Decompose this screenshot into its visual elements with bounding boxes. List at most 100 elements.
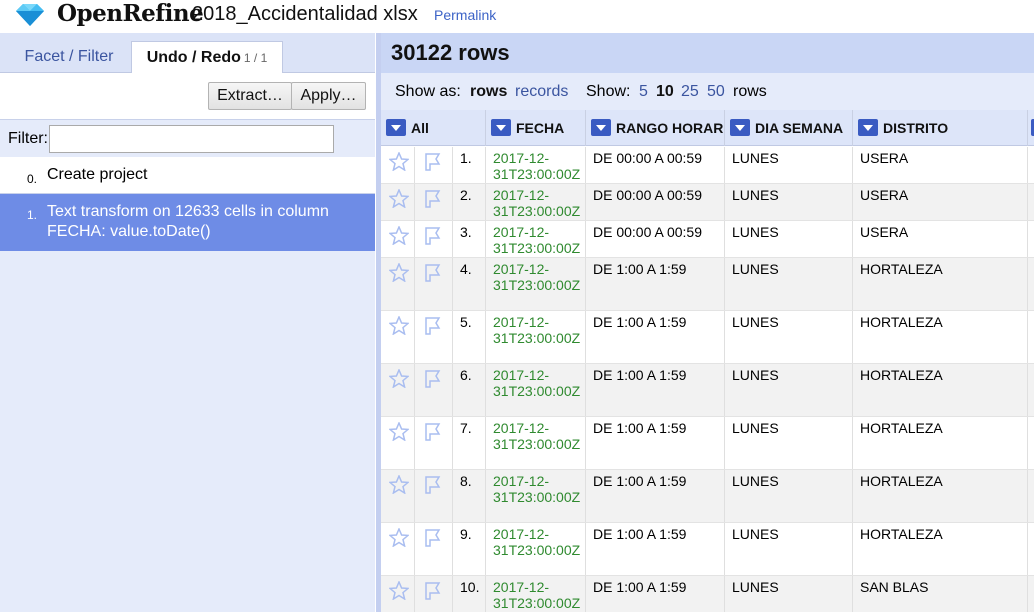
flag-icon[interactable] [423, 316, 443, 338]
fecha-line: 31T23:00:00Z [493, 383, 581, 399]
page-size-10[interactable]: 10 [656, 83, 674, 101]
rango-horario-cell[interactable]: DE 1:00 A 1:59 [586, 576, 725, 612]
fecha-cell[interactable]: 2017-12- 31T23:00:00Z [486, 364, 586, 416]
extract-button[interactable]: Extract… [208, 82, 292, 110]
next-column-cell[interactable]: ANA [1028, 258, 1034, 310]
dia-semana-cell[interactable]: LUNES [725, 221, 853, 257]
next-column-cell[interactable]: ANA [1028, 364, 1034, 416]
chevron-down-icon[interactable] [386, 119, 406, 136]
flag-icon[interactable] [423, 152, 443, 174]
dia-semana-cell[interactable]: LUNES [725, 364, 853, 416]
history-item[interactable]: 0. Create project [0, 157, 375, 194]
fecha-cell[interactable]: 2017-12- 31T23:00:00Z [486, 311, 586, 363]
rango-horario-cell[interactable]: DE 1:00 A 1:59 [586, 364, 725, 416]
star-icon[interactable] [388, 580, 410, 603]
rango-horario-cell[interactable]: DE 1:00 A 1:59 [586, 311, 725, 363]
dia-semana-cell[interactable]: LUNES [725, 523, 853, 575]
chevron-down-icon[interactable] [730, 119, 750, 136]
rango-horario-cell[interactable]: DE 1:00 A 1:59 [586, 417, 725, 469]
column-header-fecha[interactable]: FECHA [486, 110, 586, 146]
fecha-cell[interactable]: 2017-12- 31T23:00:00Z [486, 147, 586, 183]
permalink-link[interactable]: Permalink [434, 7, 496, 23]
project-name[interactable]: 2018_Accidentalidad xlsx [192, 2, 418, 26]
fecha-cell[interactable]: 2017-12- 31T23:00:00Z [486, 576, 586, 612]
distrito-cell[interactable]: HORTALEZA [853, 417, 1028, 469]
dia-semana-cell[interactable]: LUNES [725, 147, 853, 183]
flag-icon[interactable] [423, 581, 443, 603]
distrito-cell[interactable]: USERA [853, 184, 1028, 220]
flag-icon[interactable] [423, 528, 443, 550]
page-size-5[interactable]: 5 [639, 83, 648, 101]
tab-facet-filter[interactable]: Facet / Filter [10, 41, 128, 73]
column-header-next[interactable] [1028, 110, 1034, 146]
fecha-cell[interactable]: 2017-12- 31T23:00:00Z [486, 184, 586, 220]
chevron-down-icon[interactable] [491, 119, 511, 136]
distrito-cell[interactable]: HORTALEZA [853, 258, 1028, 310]
flag-icon[interactable] [423, 263, 443, 285]
next-column-cell[interactable]: CD [1028, 147, 1034, 183]
fecha-cell[interactable]: 2017-12- 31T23:00:00Z [486, 470, 586, 522]
column-header-rango-horario[interactable]: RANGO HORARIO [586, 110, 725, 146]
flag-cell [415, 523, 453, 575]
rango-horario-cell[interactable]: DE 00:00 A 00:59 [586, 147, 725, 183]
page-size-50[interactable]: 50 [707, 83, 725, 101]
column-header-distrito[interactable]: DISTRITO [853, 110, 1028, 146]
fecha-cell[interactable]: 2017-12- 31T23:00:00Z [486, 221, 586, 257]
column-header-all[interactable]: All [381, 110, 486, 146]
chevron-down-icon[interactable] [858, 119, 878, 136]
column-header-dia-semana[interactable]: DIA SEMANA [725, 110, 853, 146]
distrito-cell[interactable]: HORTALEZA [853, 523, 1028, 575]
dia-semana-cell[interactable]: LUNES [725, 311, 853, 363]
rango-horario-cell[interactable]: DE 1:00 A 1:59 [586, 470, 725, 522]
fecha-cell[interactable]: 2017-12- 31T23:00:00Z [486, 258, 586, 310]
next-column-cell[interactable]: ANA [1028, 311, 1034, 363]
flag-icon[interactable] [423, 475, 443, 497]
distrito-cell[interactable]: SAN BLAS [853, 576, 1028, 612]
app-name[interactable]: OpenRefine [57, 0, 204, 28]
show-as-records[interactable]: records [515, 83, 568, 101]
dia-semana-cell[interactable]: LUNES [725, 576, 853, 612]
dia-semana-cell[interactable]: LUNES [725, 470, 853, 522]
show-as-rows[interactable]: rows [470, 83, 507, 101]
star-icon[interactable] [388, 188, 410, 211]
tab-undo-redo[interactable]: Undo / Redo 1 / 1 [131, 41, 283, 74]
distrito-cell[interactable]: HORTALEZA [853, 364, 1028, 416]
apply-button[interactable]: Apply… [291, 82, 366, 110]
next-column-cell[interactable]: ANA [1028, 470, 1034, 522]
star-icon[interactable] [388, 315, 410, 338]
next-column-cell[interactable]: ANA [1028, 523, 1034, 575]
history-filter-input[interactable] [49, 125, 334, 153]
next-column-cell[interactable]: ANA [1028, 417, 1034, 469]
star-icon[interactable] [388, 474, 410, 497]
diamond-logo-icon[interactable] [14, 3, 46, 27]
next-column-cell[interactable]: CD [1028, 184, 1034, 220]
distrito-cell[interactable]: USERA [853, 147, 1028, 183]
star-icon[interactable] [388, 262, 410, 285]
next-column-cell[interactable]: CD [1028, 221, 1034, 257]
fecha-cell[interactable]: 2017-12- 31T23:00:00Z [486, 523, 586, 575]
next-column-cell[interactable]: AV [1028, 576, 1034, 612]
dia-semana-cell[interactable]: LUNES [725, 258, 853, 310]
rango-horario-cell[interactable]: DE 00:00 A 00:59 [586, 184, 725, 220]
star-icon[interactable] [388, 368, 410, 391]
star-icon[interactable] [388, 527, 410, 550]
distrito-cell[interactable]: HORTALEZA [853, 470, 1028, 522]
dia-semana-cell[interactable]: LUNES [725, 417, 853, 469]
flag-icon[interactable] [423, 422, 443, 444]
star-icon[interactable] [388, 151, 410, 174]
chevron-down-icon[interactable] [591, 119, 611, 136]
distrito-cell[interactable]: HORTALEZA [853, 311, 1028, 363]
flag-icon[interactable] [423, 369, 443, 391]
flag-icon[interactable] [423, 189, 443, 211]
history-item-selected[interactable]: 1. Text transform on 12633 cells in colu… [0, 194, 375, 251]
rango-horario-cell[interactable]: DE 1:00 A 1:59 [586, 258, 725, 310]
star-icon[interactable] [388, 421, 410, 444]
flag-icon[interactable] [423, 226, 443, 248]
dia-semana-cell[interactable]: LUNES [725, 184, 853, 220]
rango-horario-cell[interactable]: DE 1:00 A 1:59 [586, 523, 725, 575]
rango-horario-cell[interactable]: DE 00:00 A 00:59 [586, 221, 725, 257]
fecha-cell[interactable]: 2017-12- 31T23:00:00Z [486, 417, 586, 469]
page-size-25[interactable]: 25 [681, 83, 699, 101]
star-icon[interactable] [388, 225, 410, 248]
distrito-cell[interactable]: USERA [853, 221, 1028, 257]
